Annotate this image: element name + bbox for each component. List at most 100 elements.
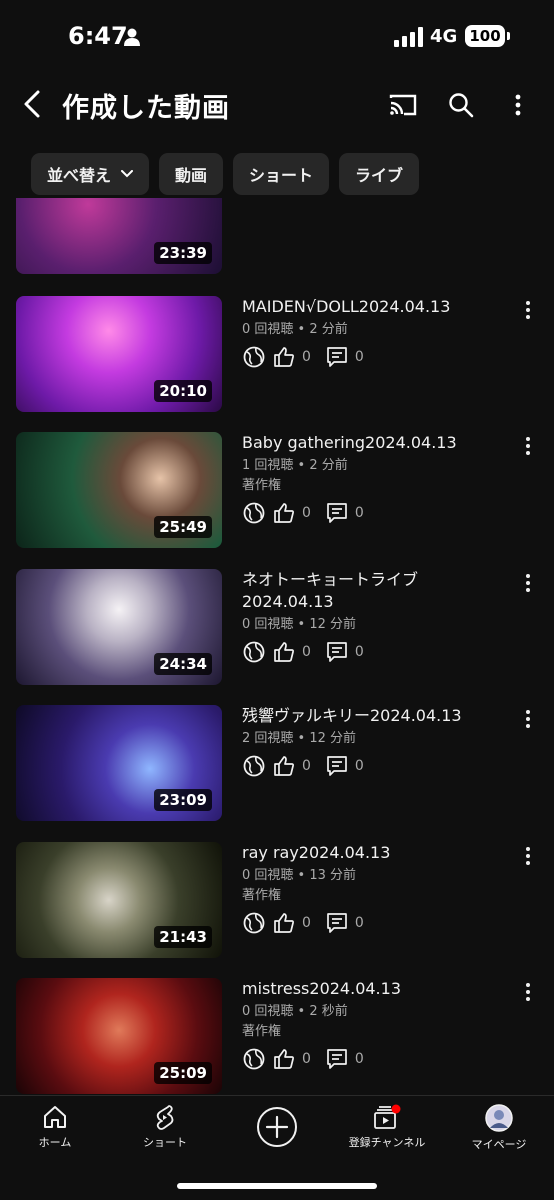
globe-icon bbox=[243, 641, 265, 663]
video-row[interactable]: 25:09 mistress2024.04.13 0 回視聴 • 2 秒前 著作… bbox=[0, 978, 554, 1095]
globe-icon bbox=[243, 1048, 265, 1070]
page-title: 作成した動画 bbox=[62, 93, 230, 124]
globe-icon bbox=[243, 346, 265, 368]
video-thumbnail[interactable]: 20:10 bbox=[16, 296, 222, 412]
like-count: 0 bbox=[302, 915, 311, 931]
like-count: 0 bbox=[302, 505, 311, 521]
comment-count: 0 bbox=[354, 758, 364, 774]
video-title[interactable]: 残響ヴァルキリー2024.04.13 bbox=[242, 705, 512, 727]
video-meta: 0 回視聴 • 12 分前 bbox=[242, 617, 357, 632]
video-row[interactable]: 25:49 Baby gathering2024.04.13 1 回視聴 • 2… bbox=[0, 432, 554, 550]
create-button[interactable] bbox=[222, 1104, 332, 1148]
comment-count: 0 bbox=[354, 915, 364, 931]
nav-shorts[interactable]: ショート bbox=[110, 1104, 220, 1150]
video-meta: 0 回視聴 • 13 分前 bbox=[242, 868, 357, 883]
video-duration: 23:09 bbox=[154, 789, 212, 811]
video-row[interactable]: 20:10 MAIDEN√DOLL2024.04.13 0 回視聴 • 2 分前… bbox=[0, 296, 554, 414]
video-title[interactable]: Baby gathering2024.04.13 bbox=[242, 432, 512, 454]
like-count: 0 bbox=[302, 644, 311, 660]
copyright-label: 著作権 bbox=[242, 478, 282, 493]
video-info: MAIDEN√DOLL2024.04.13 0 回視聴 • 2 分前 0 0 bbox=[242, 296, 512, 370]
shorts-icon bbox=[156, 1105, 174, 1130]
video-title[interactable]: MAIDEN√DOLL2024.04.13 bbox=[242, 296, 512, 318]
more-options-icon[interactable] bbox=[503, 90, 533, 120]
video-duration: 21:43 bbox=[154, 926, 212, 948]
video-duration: 20:10 bbox=[154, 380, 212, 402]
video-stats: 0 0 bbox=[242, 910, 512, 936]
like-icon bbox=[274, 642, 294, 662]
like-icon bbox=[274, 1049, 294, 1069]
video-stats: 0 0 bbox=[242, 344, 512, 370]
video-thumbnail[interactable]: 21:43 bbox=[16, 842, 222, 958]
shorts-chip[interactable]: ショート bbox=[233, 153, 330, 195]
comment-count: 0 bbox=[354, 505, 364, 521]
video-thumbnail[interactable]: 24:34 bbox=[16, 569, 222, 685]
comment-icon bbox=[327, 1049, 347, 1069]
copyright-label: 著作権 bbox=[242, 888, 282, 903]
comment-icon bbox=[327, 347, 347, 367]
status-time: 6:47 bbox=[68, 22, 128, 50]
like-icon bbox=[274, 756, 294, 776]
nav-home[interactable]: ホーム bbox=[0, 1104, 110, 1150]
person-icon bbox=[124, 28, 140, 46]
video-stats: 0 0 bbox=[242, 753, 512, 779]
video-menu-icon[interactable] bbox=[524, 982, 532, 1002]
sort-chip-label: 並べ替え bbox=[47, 166, 112, 185]
globe-icon bbox=[243, 502, 265, 524]
video-meta: 2 回視聴 • 12 分前 bbox=[242, 731, 357, 746]
video-menu-icon[interactable] bbox=[524, 300, 532, 320]
video-stats: 0 0 bbox=[242, 639, 512, 665]
video-row[interactable]: 23:39 0 0 bbox=[0, 198, 554, 276]
nav-mypage-label: マイページ bbox=[471, 1138, 527, 1151]
video-thumbnail[interactable]: 23:39 bbox=[16, 198, 222, 274]
video-stats: 0 0 bbox=[242, 500, 512, 526]
video-info: 残響ヴァルキリー2024.04.13 2 回視聴 • 12 分前 0 0 bbox=[242, 705, 512, 779]
video-title[interactable]: ray ray2024.04.13 bbox=[242, 842, 512, 864]
video-menu-icon[interactable] bbox=[524, 573, 532, 593]
home-indicator bbox=[177, 1183, 377, 1189]
nav-mypage[interactable]: マイページ bbox=[444, 1104, 554, 1152]
like-count: 0 bbox=[302, 1051, 311, 1067]
video-title[interactable]: mistress2024.04.13 bbox=[242, 978, 512, 1000]
video-title[interactable]: ネオトーキョートライブ 2024.04.13 bbox=[242, 569, 512, 613]
plus-icon bbox=[257, 1107, 297, 1147]
home-icon bbox=[44, 1106, 66, 1128]
videos-chip[interactable]: 動画 bbox=[159, 153, 224, 195]
nav-home-label: ホーム bbox=[38, 1136, 72, 1149]
nav-subscriptions-label: 登録チャンネル bbox=[348, 1136, 426, 1149]
back-arrow-icon[interactable] bbox=[18, 86, 48, 122]
comment-icon bbox=[327, 503, 347, 523]
chevron-down-icon bbox=[121, 170, 134, 178]
comment-icon bbox=[327, 642, 347, 662]
globe-icon bbox=[243, 755, 265, 777]
video-menu-icon[interactable] bbox=[524, 846, 532, 866]
battery-indicator: 100 bbox=[465, 25, 510, 47]
nav-subscriptions[interactable]: 登録チャンネル bbox=[332, 1104, 442, 1150]
video-thumbnail[interactable]: 25:09 bbox=[16, 978, 222, 1094]
video-info: ネオトーキョートライブ 2024.04.13 0 回視聴 • 12 分前 0 0 bbox=[242, 569, 512, 665]
like-icon bbox=[274, 913, 294, 933]
signal-icon bbox=[394, 27, 423, 47]
video-row[interactable]: 24:34 ネオトーキョートライブ 2024.04.13 0 回視聴 • 12 … bbox=[0, 569, 554, 687]
video-duration: 25:09 bbox=[154, 1062, 212, 1084]
video-menu-icon[interactable] bbox=[524, 709, 532, 729]
video-row[interactable]: 23:09 残響ヴァルキリー2024.04.13 2 回視聴 • 12 分前 0… bbox=[0, 705, 554, 823]
search-icon[interactable] bbox=[446, 90, 476, 120]
video-menu-icon[interactable] bbox=[524, 436, 532, 456]
video-list: 23:39 0 0 20:10 MAIDEN√DOLL2024.04.13 0 … bbox=[0, 198, 554, 1095]
video-row[interactable]: 21:43 ray ray2024.04.13 0 回視聴 • 13 分前 著作… bbox=[0, 842, 554, 960]
comment-icon bbox=[327, 756, 347, 776]
video-thumbnail[interactable]: 25:49 bbox=[16, 432, 222, 548]
network-type: 4G bbox=[430, 26, 458, 47]
video-thumbnail[interactable]: 23:09 bbox=[16, 705, 222, 821]
globe-icon bbox=[243, 912, 265, 934]
video-meta: 0 回視聴 • 2 分前 bbox=[242, 322, 348, 337]
video-stats: 0 0 bbox=[242, 1046, 512, 1072]
like-icon bbox=[274, 347, 294, 367]
sort-chip[interactable]: 並べ替え bbox=[31, 153, 150, 195]
video-info: ray ray2024.04.13 0 回視聴 • 13 分前 著作権 0 0 bbox=[242, 842, 512, 936]
live-chip[interactable]: ライブ bbox=[339, 153, 420, 195]
video-meta: 1 回視聴 • 2 分前 bbox=[242, 458, 348, 473]
nav-shorts-label: ショート bbox=[143, 1136, 187, 1149]
cast-icon[interactable] bbox=[388, 90, 418, 120]
